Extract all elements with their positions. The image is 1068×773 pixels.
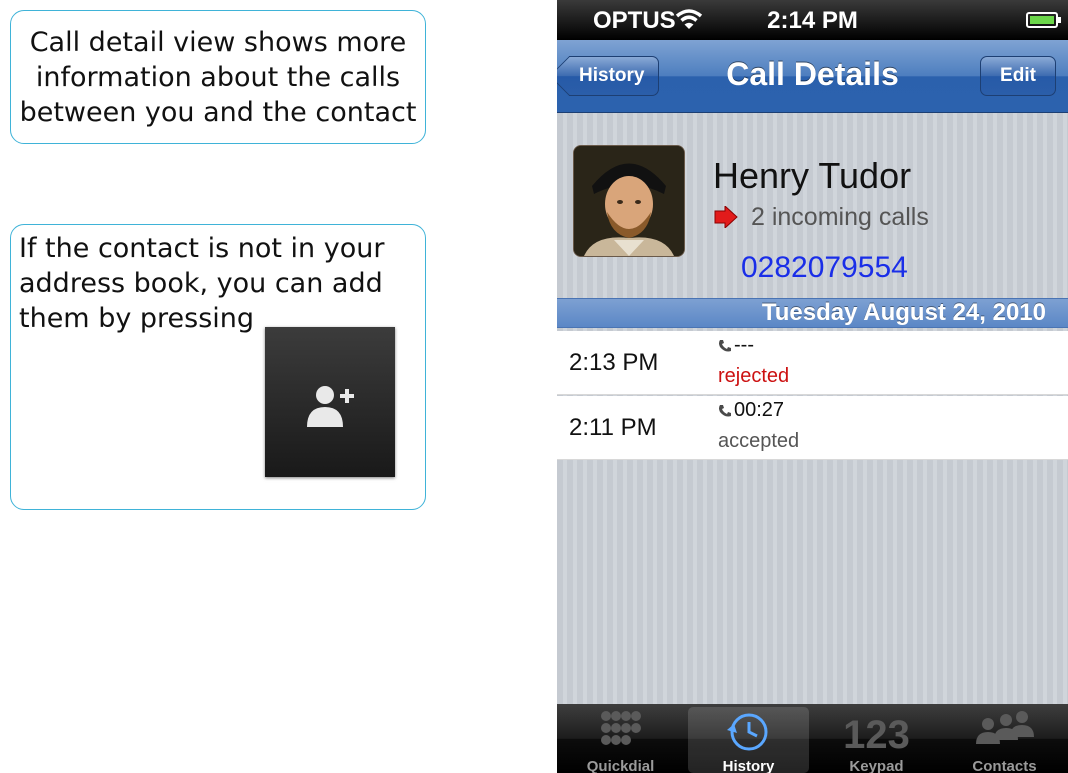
call-date-header: Tuesday August 24, 2010 — [557, 298, 1068, 328]
call-time: 2:13 PM — [569, 349, 659, 376]
contact-name: Henry Tudor — [713, 155, 912, 196]
navigation-bar: History Call Details Edit — [557, 40, 1068, 113]
tab-label: Contacts — [972, 758, 1037, 773]
call-log-row[interactable]: 2:13 PM --- rejected — [557, 331, 1068, 395]
call-log-row[interactable]: 2:11 PM 00:27 accepted — [557, 396, 1068, 460]
incoming-call-arrow-icon — [714, 206, 738, 228]
phone-handset-icon — [719, 340, 731, 352]
edit-button[interactable]: Edit — [980, 56, 1056, 96]
battery-charging-icon — [1026, 12, 1061, 28]
call-time: 2:11 PM — [569, 414, 657, 441]
callout-add-contact: If the contact is not in your address bo… — [10, 224, 426, 510]
tab-label: Keypad — [849, 758, 904, 773]
history-clock-icon — [726, 713, 767, 751]
tab-label: Quickdial — [586, 758, 655, 773]
call-duration: --- — [734, 334, 754, 356]
add-person-icon — [307, 386, 354, 427]
tab-history[interactable]: History — [685, 704, 812, 773]
tab-keypad[interactable]: 123 Keypad — [813, 704, 940, 773]
call-duration: 00:27 — [734, 399, 785, 421]
tab-label: History — [722, 758, 775, 773]
tab-contacts[interactable]: Contacts — [941, 704, 1068, 773]
phone-handset-icon — [719, 405, 731, 417]
keypad-123-icon: 123 — [843, 713, 910, 757]
grid-icon — [600, 711, 641, 745]
contact-avatar[interactable] — [573, 145, 685, 257]
portrait-image — [574, 146, 684, 256]
status-time: 2:14 PM — [767, 7, 858, 34]
callout-add-contact-text: If the contact is not in your address bo… — [19, 233, 385, 334]
tab-quickdial[interactable]: Quickdial — [557, 704, 684, 773]
tab-bar: Quickdial History 123 Keypad Contacts — [557, 704, 1068, 773]
add-contact-button-sample — [265, 327, 395, 477]
call-status: accepted — [718, 430, 800, 452]
callout-call-detail-text: Call detail view shows more information … — [19, 26, 417, 128]
call-details-content: Henry Tudor 2 incoming calls 0282079554 … — [557, 113, 1068, 704]
contacts-icon — [975, 711, 1034, 744]
call-status: rejected — [718, 365, 790, 387]
call-count-summary: 2 incoming calls — [751, 203, 929, 231]
phone-screen: OPTUS 2:14 PM History Call Details Edit — [557, 0, 1068, 773]
callout-call-detail: Call detail view shows more information … — [10, 10, 426, 144]
status-bar: OPTUS 2:14 PM — [557, 0, 1068, 47]
contact-phone-number[interactable]: 0282079554 — [741, 251, 908, 285]
